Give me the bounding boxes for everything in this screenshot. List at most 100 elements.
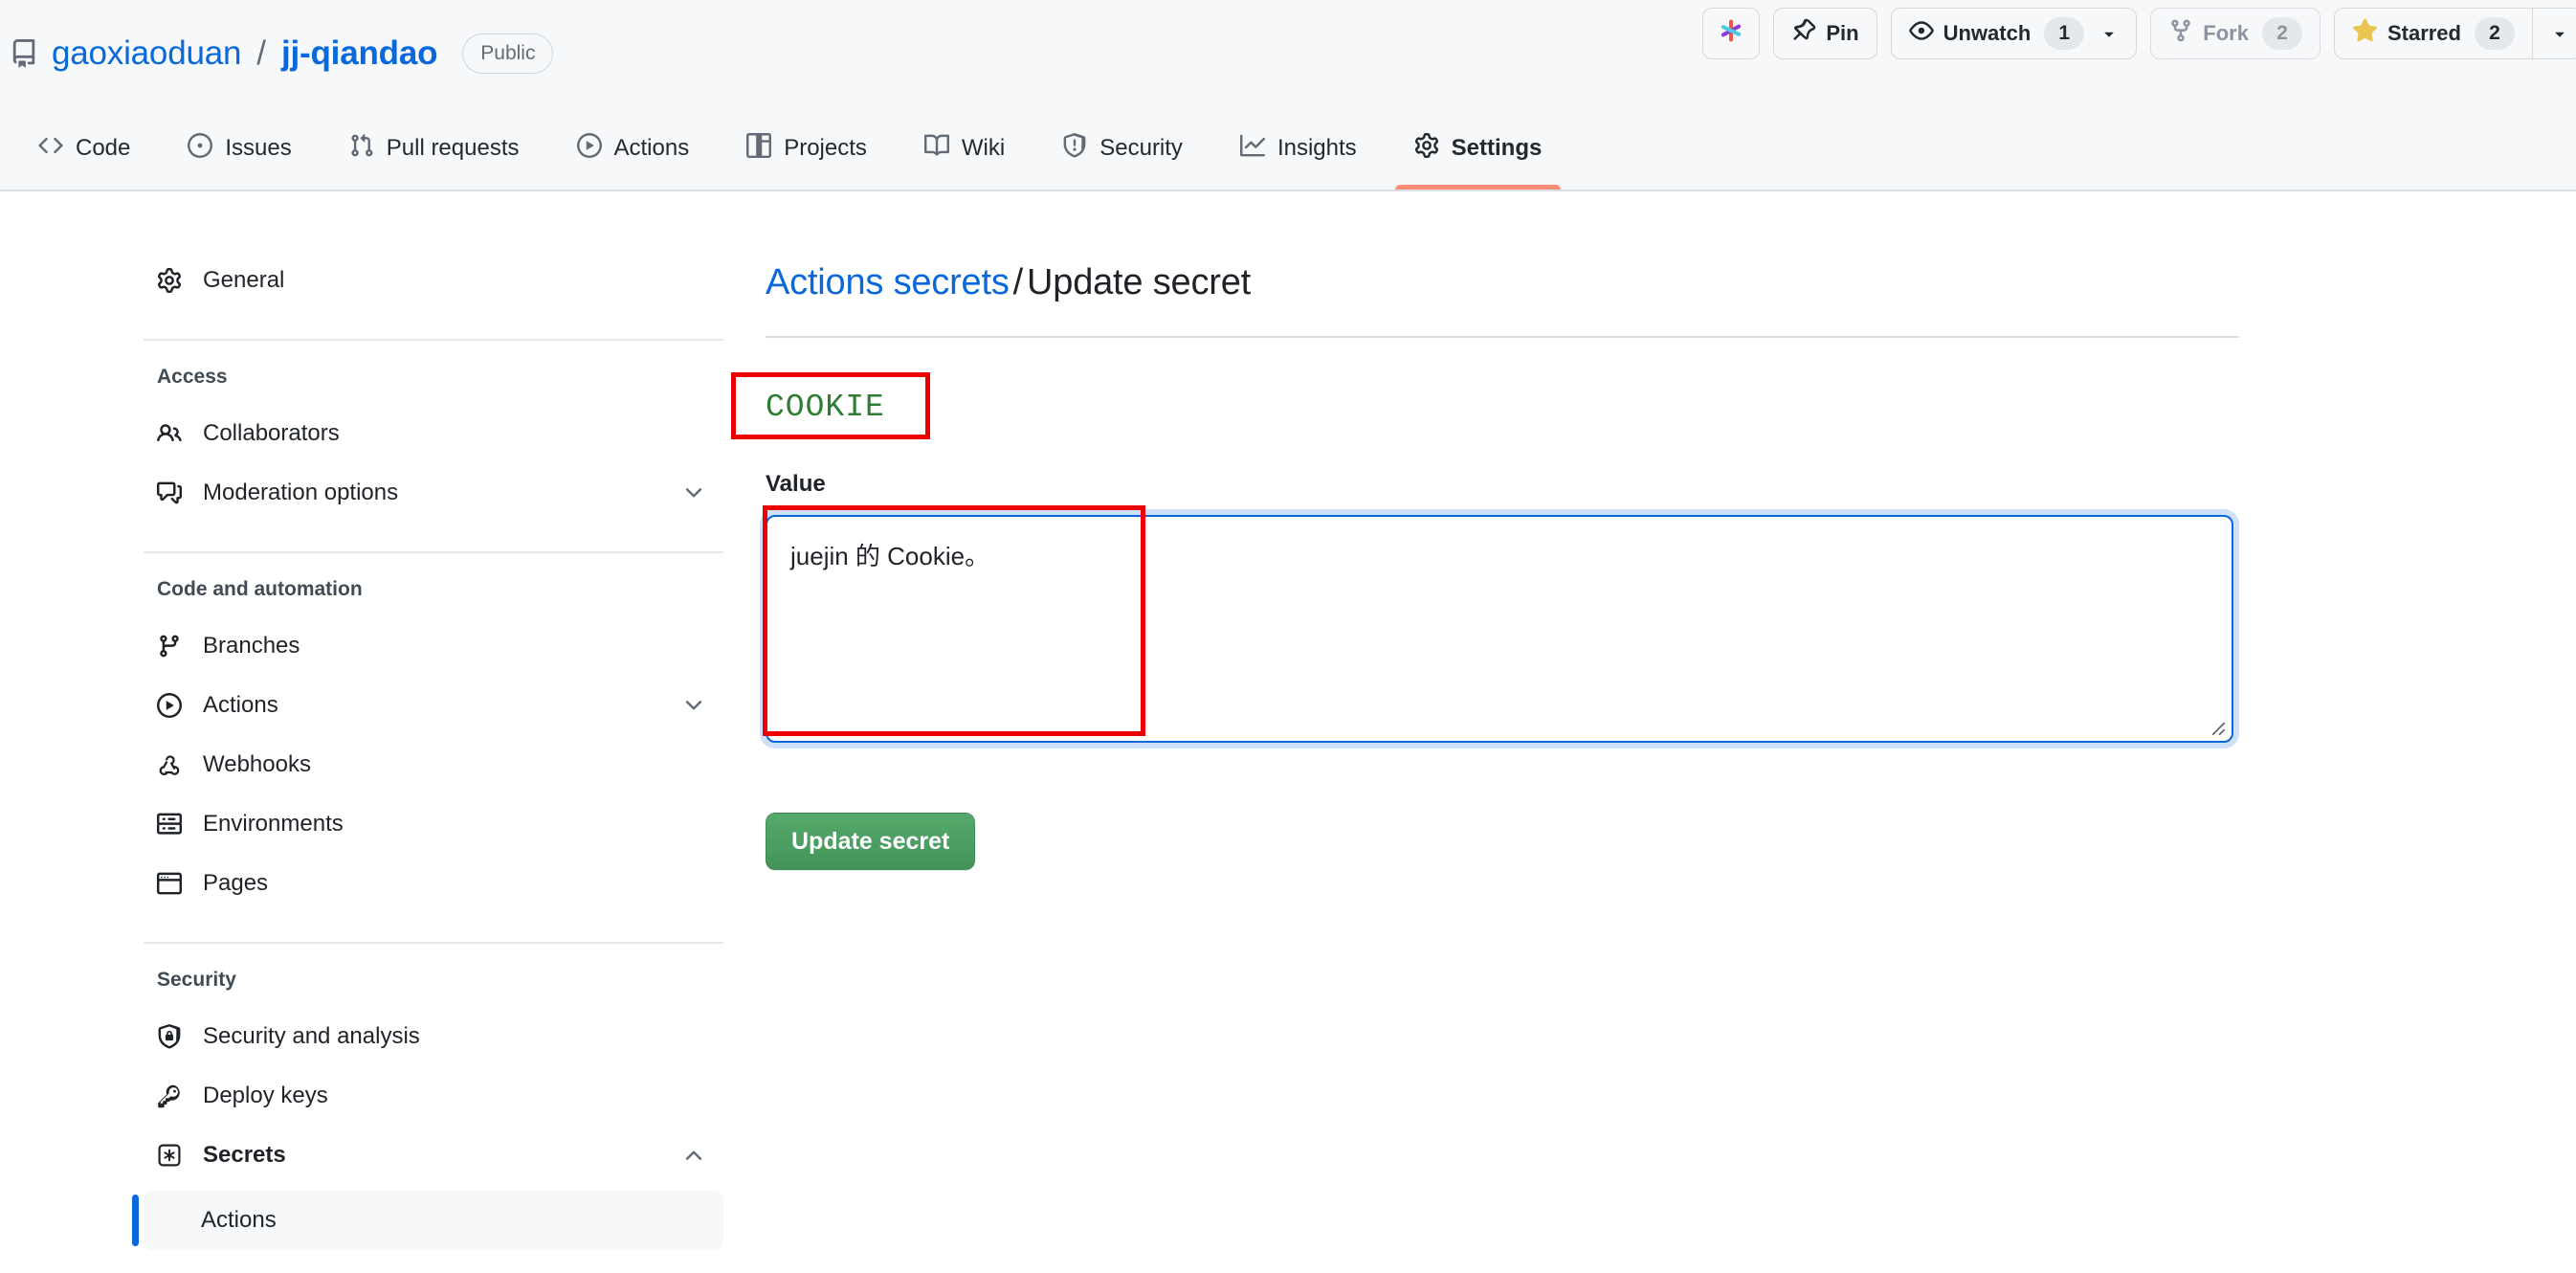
repo-header: gaoxiaoduan / jj-qiandao Public — [0, 0, 2576, 191]
secret-value-textarea[interactable] — [766, 515, 2233, 743]
tab-pull-requests[interactable]: Pull requests — [330, 107, 539, 190]
sidebar-item-security-and-analysis-label: Security and analysis — [203, 1023, 706, 1050]
play-icon — [577, 133, 602, 165]
sidebar-item-branches[interactable]: Branches — [144, 616, 723, 676]
breadcrumb-separator: / — [1010, 262, 1027, 302]
sidebar-item-actions[interactable]: Actions — [144, 676, 723, 735]
browser-icon — [157, 871, 184, 896]
tab-insights-label: Insights — [1277, 135, 1357, 162]
starred-button-label: Starred — [2387, 21, 2461, 46]
chevron-up-icon[interactable] — [681, 1143, 706, 1168]
copilot-sparkle-icon — [1717, 16, 1745, 51]
watch-button[interactable]: Unwatch 1 — [1891, 8, 2138, 59]
repo-path-separator: / — [255, 34, 268, 73]
issue-opened-icon — [188, 133, 212, 165]
pin-icon — [1791, 18, 1816, 49]
chevron-down-icon[interactable] — [681, 480, 706, 505]
active-tab-underline — [1395, 185, 1562, 190]
value-field-label: Value — [766, 471, 2239, 498]
main-content: Actions secrets/Update secret COOKIE Val… — [766, 237, 2239, 870]
tab-code[interactable]: Code — [19, 107, 149, 190]
shield-lock-icon — [157, 1024, 184, 1049]
gear-icon — [1414, 133, 1439, 165]
people-icon — [157, 421, 184, 446]
sidebar-item-deploy-keys-label: Deploy keys — [203, 1083, 706, 1109]
tab-settings[interactable]: Settings — [1395, 107, 1562, 190]
tab-actions[interactable]: Actions — [558, 107, 709, 190]
webhook-icon — [157, 752, 184, 777]
sidebar-divider — [144, 551, 723, 553]
sidebar-item-general[interactable]: General — [144, 251, 723, 310]
tab-settings-label: Settings — [1452, 135, 1543, 162]
tab-insights[interactable]: Insights — [1221, 107, 1376, 190]
star-button-group: Starred 2 — [2334, 8, 2576, 59]
breadcrumb-actions-secrets-link[interactable]: Actions secrets — [766, 262, 1010, 302]
starred-button[interactable]: Starred 2 — [2334, 8, 2533, 59]
sidebar-divider — [144, 339, 723, 341]
sidebar-group-code-automation-title: Code and automation — [144, 578, 723, 601]
git-pull-request-icon — [349, 133, 374, 165]
pin-button[interactable]: Pin — [1773, 8, 1876, 59]
settings-page-body: General Access Collaborators Moderation … — [0, 191, 2576, 1273]
tab-issues-label: Issues — [225, 135, 291, 162]
tab-security[interactable]: Security — [1043, 107, 1202, 190]
play-icon — [157, 693, 184, 718]
settings-sidebar: General Access Collaborators Moderation … — [144, 251, 723, 1250]
sidebar-group-security-title: Security — [144, 969, 723, 992]
update-secret-button[interactable]: Update secret — [766, 813, 975, 870]
tab-issues[interactable]: Issues — [168, 107, 310, 190]
watch-count: 1 — [2044, 17, 2084, 50]
sidebar-item-environments-label: Environments — [203, 811, 706, 838]
star-count: 2 — [2475, 17, 2515, 50]
sidebar-item-pages-label: Pages — [203, 870, 706, 897]
tab-wiki[interactable]: Wiki — [905, 107, 1024, 190]
repo-nav: Code Issues Pull requests — [10, 107, 1570, 190]
watch-button-label: Unwatch — [1943, 21, 2032, 46]
sidebar-subitem-secrets-actions[interactable]: Actions — [144, 1191, 723, 1250]
page-title-breadcrumb: Actions secrets/Update secret — [766, 261, 2239, 305]
star-dropdown-button[interactable] — [2533, 8, 2576, 59]
chevron-down-icon — [2550, 24, 2569, 43]
sidebar-item-actions-label: Actions — [203, 692, 662, 719]
sidebar-item-collaborators[interactable]: Collaborators — [144, 404, 723, 463]
code-icon — [38, 133, 63, 165]
sidebar-group-access-title: Access — [144, 366, 723, 389]
repo-header-actions: Pin Unwatch 1 — [1702, 8, 2576, 59]
breadcrumb-current-page: Update secret — [1027, 262, 1251, 302]
sidebar-item-environments[interactable]: Environments — [144, 794, 723, 854]
tab-wiki-label: Wiki — [962, 135, 1005, 162]
star-filled-icon — [2352, 18, 2378, 50]
key-icon — [157, 1083, 184, 1108]
secret-name-value: COOKIE — [766, 390, 885, 425]
sidebar-item-pages[interactable]: Pages — [144, 854, 723, 913]
repo-visibility-badge: Public — [462, 34, 553, 74]
asterisk-key-icon — [157, 1143, 184, 1168]
repo-owner-link[interactable]: gaoxiaoduan — [52, 34, 241, 73]
fork-button[interactable]: Fork 2 — [2150, 8, 2321, 59]
sidebar-item-collaborators-label: Collaborators — [203, 420, 706, 447]
graph-icon — [1240, 133, 1265, 165]
server-icon — [157, 812, 184, 837]
book-icon — [924, 133, 949, 165]
sidebar-item-secrets[interactable]: Secrets — [144, 1126, 723, 1185]
gear-icon — [157, 268, 184, 293]
copilot-button[interactable] — [1702, 8, 1760, 59]
sidebar-item-moderation-options[interactable]: Moderation options — [144, 463, 723, 523]
repo-breadcrumb-title: gaoxiaoduan / jj-qiandao Public — [10, 34, 553, 74]
tab-projects[interactable]: Projects — [727, 107, 886, 190]
sidebar-item-secrets-label: Secrets — [203, 1142, 662, 1169]
sidebar-item-deploy-keys[interactable]: Deploy keys — [144, 1066, 723, 1126]
repo-name-link[interactable]: jj-qiandao — [281, 34, 437, 73]
tab-code-label: Code — [76, 135, 130, 162]
repo-title-row: gaoxiaoduan / jj-qiandao Public — [0, 0, 2576, 107]
chevron-down-icon[interactable] — [681, 693, 706, 718]
repo-icon — [10, 39, 38, 68]
sidebar-item-moderation-options-label: Moderation options — [203, 480, 662, 506]
sidebar-item-webhooks-label: Webhooks — [203, 751, 706, 778]
eye-icon — [1909, 18, 1934, 49]
sidebar-item-general-label: General — [203, 267, 706, 294]
content-divider — [766, 336, 2239, 338]
sidebar-item-webhooks[interactable]: Webhooks — [144, 735, 723, 794]
sidebar-item-security-and-analysis[interactable]: Security and analysis — [144, 1007, 723, 1066]
comment-discussion-icon — [157, 480, 184, 505]
